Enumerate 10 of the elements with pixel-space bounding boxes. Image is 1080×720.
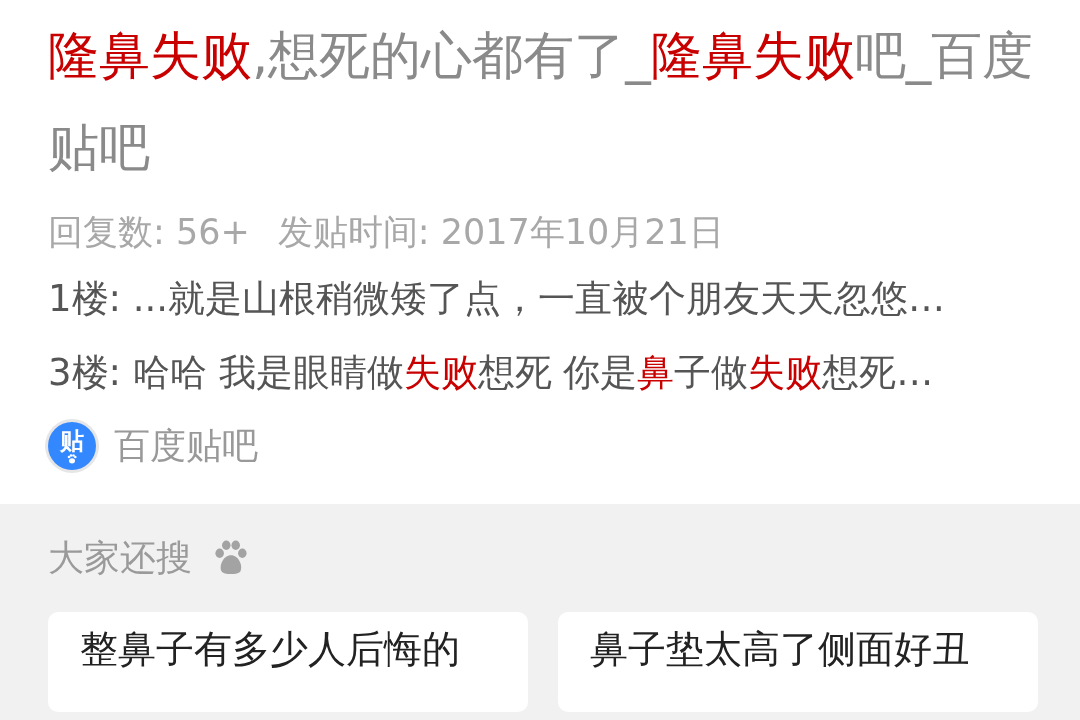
meta-text: 回复数: 56+ (48, 211, 250, 254)
site-logo-icon: 贴 (48, 422, 96, 470)
snippet-text: 1楼: ...就是山根稍微矮了点，一直被个朋友天天忽悠… (48, 276, 947, 322)
related-search-chip[interactable]: 整鼻子有多少人后悔的 (48, 612, 528, 712)
paw-icon (214, 540, 248, 576)
snippet-text: 3楼: 哈哈 我是眼睛做失败想死 你是鼻子做失败想死… (48, 350, 935, 396)
result-title-link[interactable]: 隆鼻失败,想死的心都有了_隆鼻失败吧_百度贴吧 (48, 10, 1048, 194)
meta-text: 发贴时间: 2017年10月21日 (277, 211, 724, 254)
related-search-chip[interactable]: 鼻子垫太高了侧面好丑 (558, 612, 1038, 712)
section-heading: 大家还搜 (48, 535, 192, 580)
